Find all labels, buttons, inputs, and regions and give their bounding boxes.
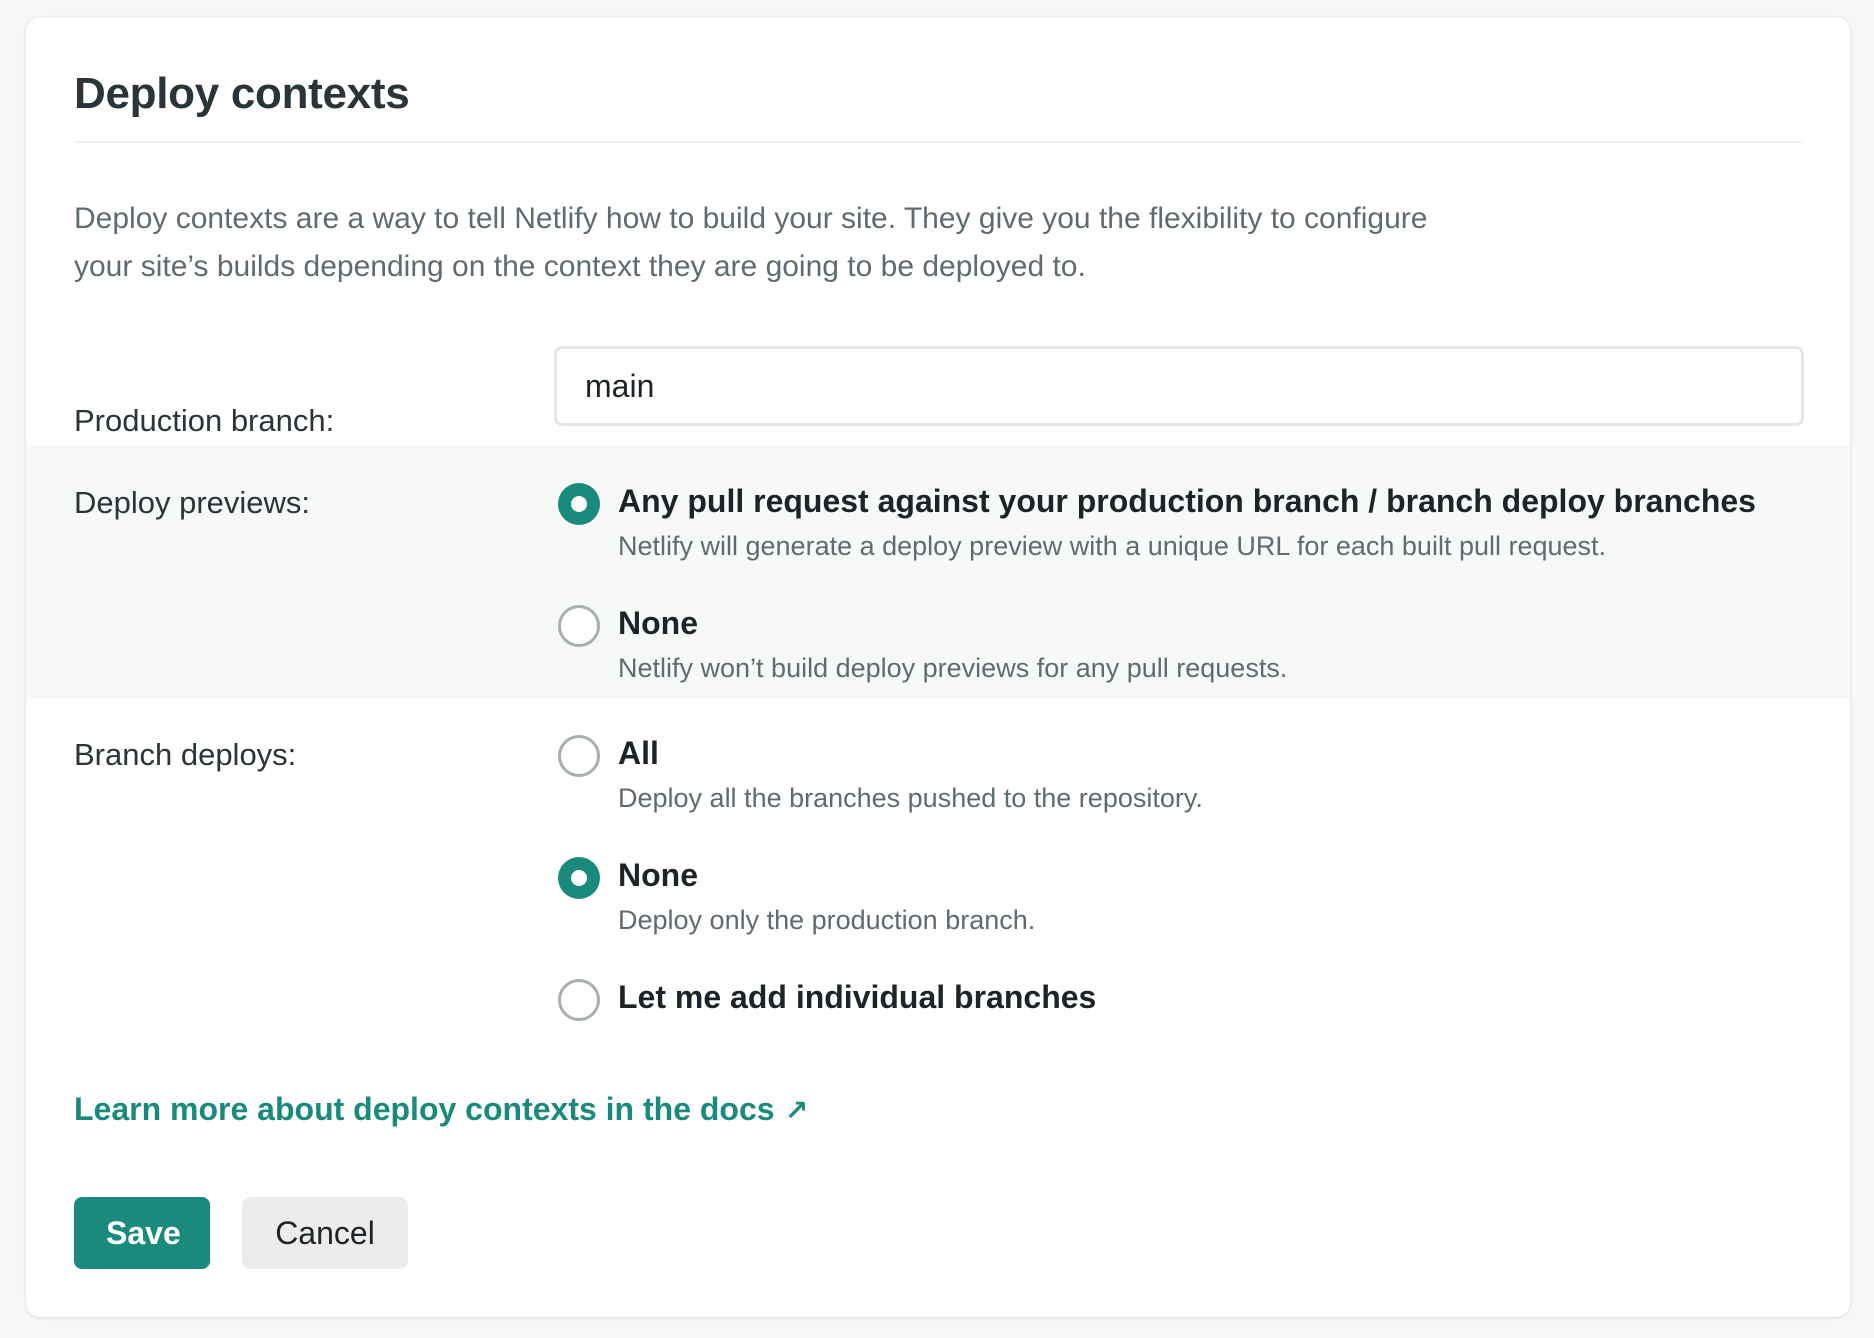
save-button[interactable]: Save — [74, 1197, 210, 1269]
branch-deploys-label: Branch deploys: — [74, 737, 297, 772]
option-description: Netlify won’t build deploy previews for … — [618, 653, 1288, 683]
radio-unchecked-icon[interactable] — [558, 979, 600, 1021]
radio-checked-icon[interactable] — [558, 857, 600, 899]
radio-checked-icon[interactable] — [558, 483, 600, 525]
option-title: None — [618, 857, 698, 893]
option-title: All — [618, 735, 659, 771]
cancel-button[interactable]: Cancel — [242, 1197, 408, 1269]
external-arrow-icon: ↗ — [784, 1095, 809, 1126]
option-description: Deploy all the branches pushed to the re… — [618, 783, 1203, 813]
production-branch-label: Production branch: — [74, 403, 335, 438]
option-title: Any pull request against your production… — [618, 483, 1756, 519]
title-divider — [74, 141, 1802, 143]
option-description: Netlify will generate a deploy preview w… — [618, 531, 1607, 561]
option-title: Let me add individual branches — [618, 979, 1097, 1015]
production-branch-input[interactable] — [554, 346, 1804, 426]
docs-link[interactable]: Learn more about deploy contexts in the … — [74, 1091, 808, 1128]
deploy-previews-label: Deploy previews: — [74, 485, 311, 520]
docs-link-label: Learn more about deploy contexts in the … — [74, 1091, 775, 1127]
option-description: Deploy only the production branch. — [618, 905, 1036, 935]
radio-unchecked-icon[interactable] — [558, 735, 600, 777]
card-description: Deploy contexts are a way to tell Netlif… — [74, 202, 1428, 283]
radio-unchecked-icon[interactable] — [558, 605, 600, 647]
option-title: None — [618, 605, 698, 641]
deploy-contexts-card: Deploy contexts Deploy contexts are a wa… — [26, 17, 1850, 1317]
card-title: Deploy contexts — [74, 69, 410, 118]
